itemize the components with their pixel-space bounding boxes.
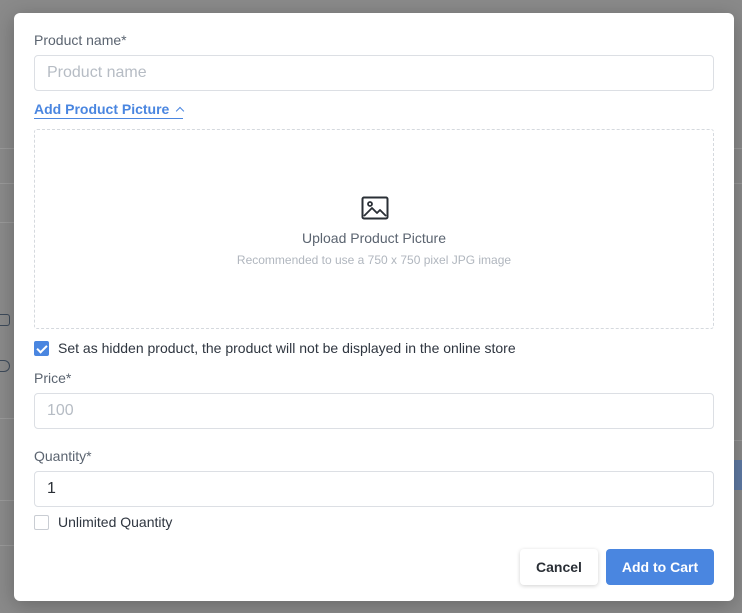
price-input[interactable] (34, 393, 714, 429)
unlimited-quantity-label: Unlimited Quantity (58, 514, 173, 530)
background-divider (0, 545, 14, 546)
add-to-cart-button[interactable]: Add to Cart (606, 549, 714, 585)
hidden-product-checkbox[interactable] (34, 340, 49, 356)
upload-hint: Recommended to use a 750 x 750 pixel JPG… (236, 253, 512, 267)
background-divider (0, 418, 14, 419)
product-name-label: Product name* (34, 32, 127, 48)
quantity-input[interactable] (34, 471, 714, 507)
add-product-picture-toggle[interactable]: Add Product Picture (34, 101, 185, 119)
hidden-product-option[interactable]: Set as hidden product, the product will … (34, 340, 516, 356)
product-name-input[interactable] (34, 55, 714, 91)
cancel-button[interactable]: Cancel (520, 549, 598, 585)
background-divider (0, 183, 14, 184)
upload-title: Upload Product Picture (302, 230, 446, 246)
background-divider (0, 500, 14, 501)
quantity-label: Quantity* (34, 448, 92, 464)
price-label: Price* (34, 370, 72, 386)
background-bag-icon (0, 314, 10, 326)
upload-picture-dropzone[interactable]: Upload Product Picture Recommended to us… (34, 129, 714, 329)
background-divider (0, 222, 14, 223)
chevron-up-icon (176, 106, 185, 116)
image-icon (361, 196, 389, 220)
add-product-modal: Product name* Add Product Picture Upload… (14, 13, 734, 601)
unlimited-quantity-checkbox[interactable] (34, 514, 49, 530)
unlimited-quantity-option[interactable]: Unlimited Quantity (34, 514, 172, 530)
add-product-picture-label: Add Product Picture (34, 101, 170, 117)
background-divider (0, 148, 14, 149)
hidden-product-label: Set as hidden product, the product will … (58, 340, 516, 356)
background-plus-icon (0, 360, 10, 372)
